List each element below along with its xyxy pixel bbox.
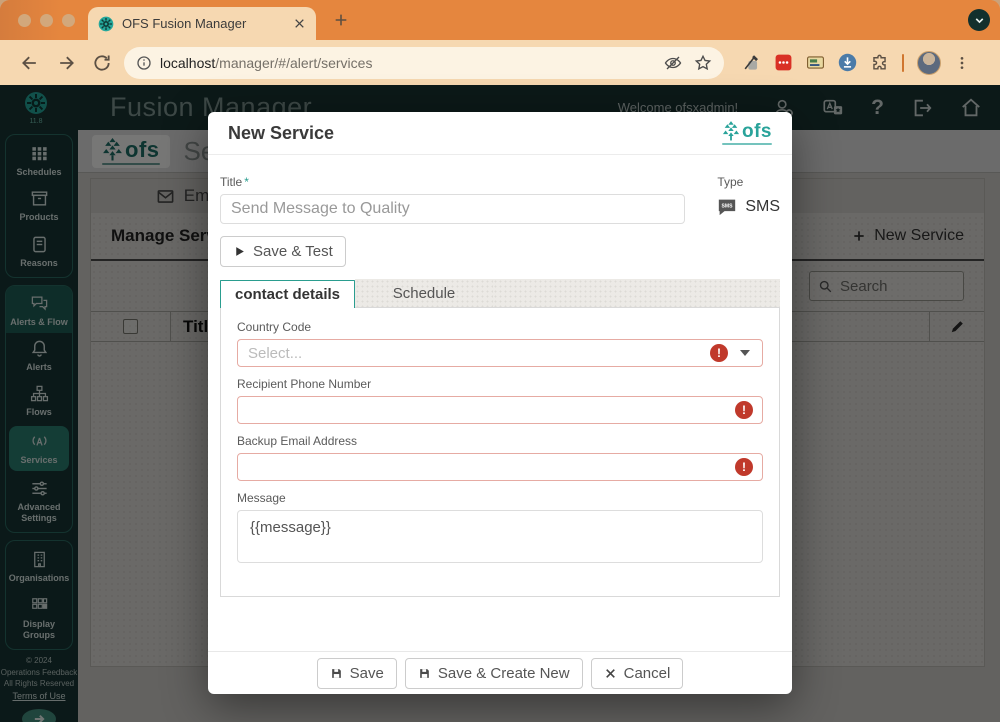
svg-text:SMS: SMS (722, 203, 734, 209)
toolbar-separator (902, 54, 904, 72)
save-button[interactable]: Save (317, 658, 397, 689)
phone-label: Recipient Phone Number (237, 377, 763, 391)
url-host: localhost (160, 55, 215, 71)
type-value-text: SMS (745, 198, 780, 216)
save-and-test-label: Save & Test (253, 243, 333, 260)
site-info-icon[interactable] (136, 55, 152, 71)
modal-title: New Service (228, 123, 334, 144)
tab-favicon-gear-icon (98, 16, 114, 32)
recipient-phone-input[interactable] (237, 396, 763, 424)
error-icon: ! (735, 401, 753, 419)
extensions-row (742, 51, 970, 75)
profile-avatar[interactable] (917, 51, 941, 75)
download-extension-icon[interactable] (838, 53, 857, 72)
adblock-extension-icon[interactable] (774, 53, 793, 72)
cancel-button-label: Cancel (624, 665, 671, 682)
back-button[interactable] (20, 53, 40, 73)
ofs-wordmark: ofs (742, 122, 772, 141)
modal-body: Title* Type SMS SMS (208, 155, 792, 651)
country-code-select[interactable]: Select... ! (237, 339, 763, 367)
tab-title: OFS Fusion Manager (122, 16, 285, 31)
sms-bubble-icon: SMS (717, 198, 737, 216)
dropdown-caret-icon (740, 350, 750, 356)
save-button-label: Save (350, 665, 384, 682)
browser-toolbar: localhost/manager/#/alert/services (0, 40, 1000, 85)
save-and-create-new-button[interactable]: Save & Create New (405, 658, 583, 689)
save-and-test-button[interactable]: Save & Test (220, 236, 346, 267)
eye-off-icon[interactable] (664, 54, 682, 72)
url-text[interactable]: localhost/manager/#/alert/services (160, 55, 372, 71)
close-x-icon (604, 667, 617, 680)
service-title-input[interactable] (220, 194, 685, 224)
new-tab-button[interactable] (333, 12, 349, 28)
browser-tab-bar: OFS Fusion Manager (0, 0, 1000, 40)
window-minimize-button[interactable] (40, 14, 53, 27)
app-viewport: 11.8 Fusion Manager Welcome ofsxadmin! ? (0, 85, 1000, 722)
bookmark-star-icon[interactable] (694, 54, 712, 72)
error-icon: ! (710, 344, 728, 362)
color-picker-extension-icon[interactable] (742, 53, 761, 72)
type-label: Type (717, 175, 780, 189)
new-service-modal: New Service ofs Tit (208, 112, 792, 694)
required-asterisk: * (244, 175, 249, 189)
tab-strip-filler (493, 279, 780, 307)
save-create-button-label: Save & Create New (438, 665, 570, 682)
browser-tab[interactable]: OFS Fusion Manager (88, 7, 316, 40)
ofs-logo: ofs (722, 121, 772, 145)
error-icon: ! (735, 458, 753, 476)
address-bar[interactable]: localhost/manager/#/alert/services (124, 47, 724, 79)
country-code-placeholder: Select... (248, 345, 710, 362)
window-close-button[interactable] (18, 14, 31, 27)
play-icon (233, 245, 246, 258)
extensions-puzzle-icon[interactable] (870, 53, 889, 72)
message-label: Message (237, 491, 763, 505)
reload-button[interactable] (92, 53, 112, 73)
save-floppy-icon (330, 667, 343, 680)
browser-window: OFS Fusion Manager localhos (0, 0, 1000, 722)
tab-contact-details[interactable]: contact details (220, 280, 355, 308)
type-value: SMS SMS (717, 198, 780, 216)
message-textarea[interactable]: {{message}} (237, 510, 763, 563)
backup-email-input[interactable] (237, 453, 763, 481)
cancel-button[interactable]: Cancel (591, 658, 684, 689)
country-code-label: Country Code (237, 320, 763, 334)
modal-tabs: contact details Schedule (220, 279, 780, 307)
window-zoom-button[interactable] (62, 14, 75, 27)
backup-email-label: Backup Email Address (237, 434, 763, 448)
modal-footer: Save Save & Create New Cancel (208, 651, 792, 694)
tab-close-icon[interactable] (293, 17, 306, 30)
card-extension-icon[interactable] (806, 53, 825, 72)
url-path: /manager/#/alert/services (215, 55, 372, 71)
ofs-tree-icon (722, 121, 740, 141)
tab-schedule[interactable]: Schedule (355, 279, 493, 307)
window-controls[interactable] (18, 14, 75, 27)
contact-details-panel: Country Code Select... ! Recipient Phone… (220, 307, 780, 597)
modal-header: New Service ofs (208, 112, 792, 155)
save-floppy-icon (418, 667, 431, 680)
forward-button[interactable] (56, 53, 76, 73)
chevron-down-icon (973, 14, 986, 27)
ofs-tagline (722, 143, 772, 145)
tab-search-chevron-button[interactable] (968, 9, 990, 31)
title-field-label: Title* (220, 175, 685, 189)
browser-menu-kebab-icon[interactable] (954, 55, 970, 71)
